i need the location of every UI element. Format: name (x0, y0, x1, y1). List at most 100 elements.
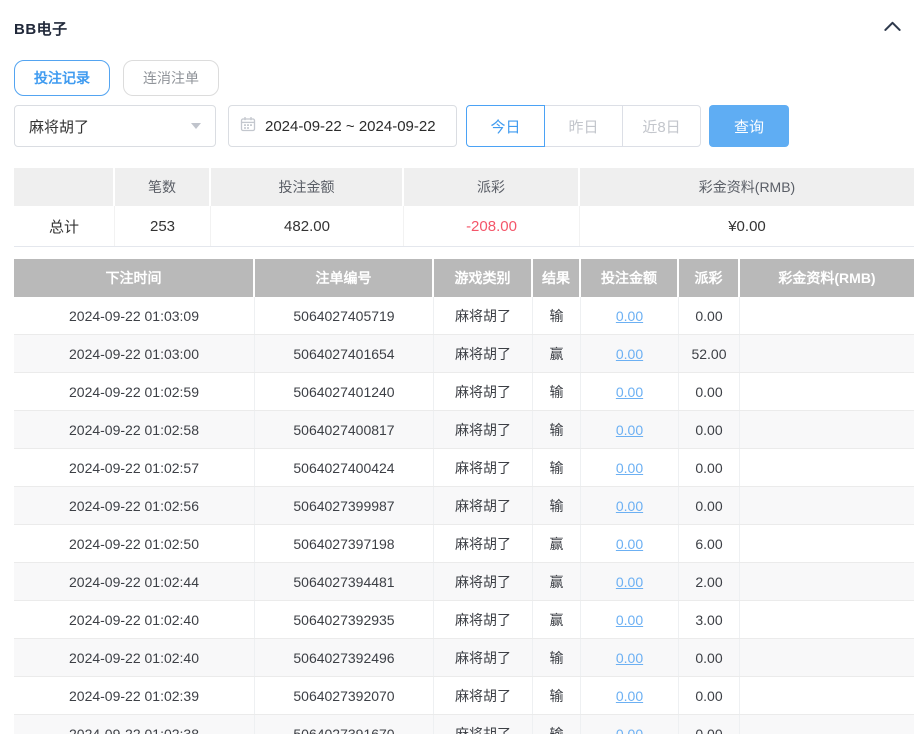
bet-amount-link[interactable]: 0.00 (616, 688, 643, 704)
game-type-cell: 麻将胡了 (434, 297, 533, 334)
col-payout: 派彩 (679, 259, 740, 297)
bonus-cell (740, 715, 914, 734)
col-game-type: 游戏类别 (434, 259, 533, 297)
bet-amount-link[interactable]: 0.00 (616, 726, 643, 734)
bet-amount-cell: 0.00 (581, 449, 679, 486)
summary-header-blank (14, 168, 115, 206)
bet-amount-link[interactable]: 0.00 (616, 384, 643, 400)
chevron-down-icon (191, 123, 201, 129)
bet-amount-link[interactable]: 0.00 (616, 650, 643, 666)
bet-time-cell: 2024-09-22 01:03:00 (14, 335, 255, 372)
bonus-cell (740, 563, 914, 600)
table-row: 2024-09-22 01:02:56 5064027399987 麻将胡了 输… (14, 487, 914, 525)
payout-cell: 0.00 (679, 449, 740, 486)
table-row: 2024-09-22 01:02:44 5064027394481 麻将胡了 赢… (14, 563, 914, 601)
bet-amount-cell: 0.00 (581, 487, 679, 524)
quick-date-group: 今日 昨日 近8日 (466, 105, 701, 147)
result-cell: 输 (533, 487, 581, 524)
bonus-cell (740, 449, 914, 486)
game-type-cell: 麻将胡了 (434, 411, 533, 448)
payout-cell: 3.00 (679, 601, 740, 638)
order-id-cell: 5064027394481 (255, 563, 434, 600)
game-select[interactable]: 麻将胡了 (14, 105, 216, 147)
order-id-cell: 5064027400424 (255, 449, 434, 486)
game-type-cell: 麻将胡了 (434, 601, 533, 638)
summary-total-row: 总计 253 482.00 -208.00 ¥0.00 (14, 206, 914, 247)
table-row: 2024-09-22 01:02:57 5064027400424 麻将胡了 输… (14, 449, 914, 487)
bonus-cell (740, 373, 914, 410)
summary-header-bonus: 彩金资料(RMB) (580, 168, 914, 206)
table-row: 2024-09-22 01:02:58 5064027400817 麻将胡了 输… (14, 411, 914, 449)
last-8-days-button[interactable]: 近8日 (622, 105, 701, 147)
result-cell: 输 (533, 449, 581, 486)
bet-time-cell: 2024-09-22 01:02:59 (14, 373, 255, 410)
game-type-cell: 麻将胡了 (434, 373, 533, 410)
panel-header: BB电子 (14, 12, 914, 44)
table-row: 2024-09-22 01:02:40 5064027392496 麻将胡了 输… (14, 639, 914, 677)
bet-amount-link[interactable]: 0.00 (616, 308, 643, 324)
bet-time-cell: 2024-09-22 01:02:39 (14, 677, 255, 714)
table-body: 2024-09-22 01:03:09 5064027405719 麻将胡了 输… (14, 297, 914, 734)
collapse-button[interactable] (883, 19, 902, 38)
table-row: 2024-09-22 01:02:59 5064027401240 麻将胡了 输… (14, 373, 914, 411)
payout-cell: 6.00 (679, 525, 740, 562)
bet-amount-link[interactable]: 0.00 (616, 346, 643, 362)
result-cell: 赢 (533, 525, 581, 562)
bet-time-cell: 2024-09-22 01:02:58 (14, 411, 255, 448)
summary-total-bonus: ¥0.00 (580, 206, 914, 246)
chevron-up-icon (883, 19, 902, 38)
today-button[interactable]: 今日 (466, 105, 545, 147)
result-cell: 输 (533, 677, 581, 714)
date-range-value: 2024-09-22 ~ 2024-09-22 (265, 118, 436, 135)
game-type-cell: 麻将胡了 (434, 563, 533, 600)
summary-table: 笔数 投注金额 派彩 彩金资料(RMB) 总计 253 482.00 -208.… (14, 168, 914, 247)
bonus-cell (740, 411, 914, 448)
bet-amount-cell: 0.00 (581, 411, 679, 448)
bonus-cell (740, 639, 914, 676)
tab-betting-records[interactable]: 投注记录 (14, 60, 110, 96)
yesterday-button[interactable]: 昨日 (544, 105, 623, 147)
panel-title: BB电子 (14, 18, 68, 39)
bet-amount-link[interactable]: 0.00 (616, 460, 643, 476)
date-range-input[interactable]: 2024-09-22 ~ 2024-09-22 (228, 105, 457, 147)
order-id-cell: 5064027397198 (255, 525, 434, 562)
bet-amount-link[interactable]: 0.00 (616, 612, 643, 628)
bet-amount-link[interactable]: 0.00 (616, 574, 643, 590)
summary-header-payout: 派彩 (404, 168, 580, 206)
record-tabs: 投注记录 连消注单 (14, 60, 914, 96)
summary-header-row: 笔数 投注金额 派彩 彩金资料(RMB) (14, 168, 914, 206)
bet-amount-cell: 0.00 (581, 677, 679, 714)
game-type-cell: 麻将胡了 (434, 449, 533, 486)
order-id-cell: 5064027392496 (255, 639, 434, 676)
bet-time-cell: 2024-09-22 01:02:40 (14, 639, 255, 676)
game-type-cell: 麻将胡了 (434, 525, 533, 562)
game-select-value: 麻将胡了 (29, 116, 89, 137)
bet-time-cell: 2024-09-22 01:02:40 (14, 601, 255, 638)
game-type-cell: 麻将胡了 (434, 335, 533, 372)
bet-amount-cell: 0.00 (581, 373, 679, 410)
order-id-cell: 5064027405719 (255, 297, 434, 334)
bet-time-cell: 2024-09-22 01:02:38 (14, 715, 255, 734)
search-button[interactable]: 查询 (709, 105, 789, 147)
summary-header-count: 笔数 (115, 168, 211, 206)
bet-time-cell: 2024-09-22 01:02:57 (14, 449, 255, 486)
bet-amount-cell: 0.00 (581, 715, 679, 734)
col-bet-time: 下注时间 (14, 259, 255, 297)
table-row: 2024-09-22 01:03:09 5064027405719 麻将胡了 输… (14, 297, 914, 335)
summary-total-label: 总计 (14, 206, 115, 246)
bet-amount-link[interactable]: 0.00 (616, 498, 643, 514)
payout-cell: 0.00 (679, 715, 740, 734)
col-bet-amount: 投注金额 (581, 259, 679, 297)
bet-amount-cell: 0.00 (581, 639, 679, 676)
table-row: 2024-09-22 01:02:39 5064027392070 麻将胡了 输… (14, 677, 914, 715)
order-id-cell: 5064027401654 (255, 335, 434, 372)
bet-amount-link[interactable]: 0.00 (616, 422, 643, 438)
game-type-cell: 麻将胡了 (434, 487, 533, 524)
tab-cancelled-bets[interactable]: 连消注单 (123, 60, 219, 96)
bets-table-header: 下注时间 注单编号 游戏类别 结果 投注金额 派彩 彩金资料(RMB) (14, 259, 914, 297)
summary-total-count: 253 (115, 206, 211, 246)
bet-amount-link[interactable]: 0.00 (616, 536, 643, 552)
bonus-cell (740, 335, 914, 372)
summary-total-bet: 482.00 (211, 206, 404, 246)
result-cell: 输 (533, 715, 581, 734)
